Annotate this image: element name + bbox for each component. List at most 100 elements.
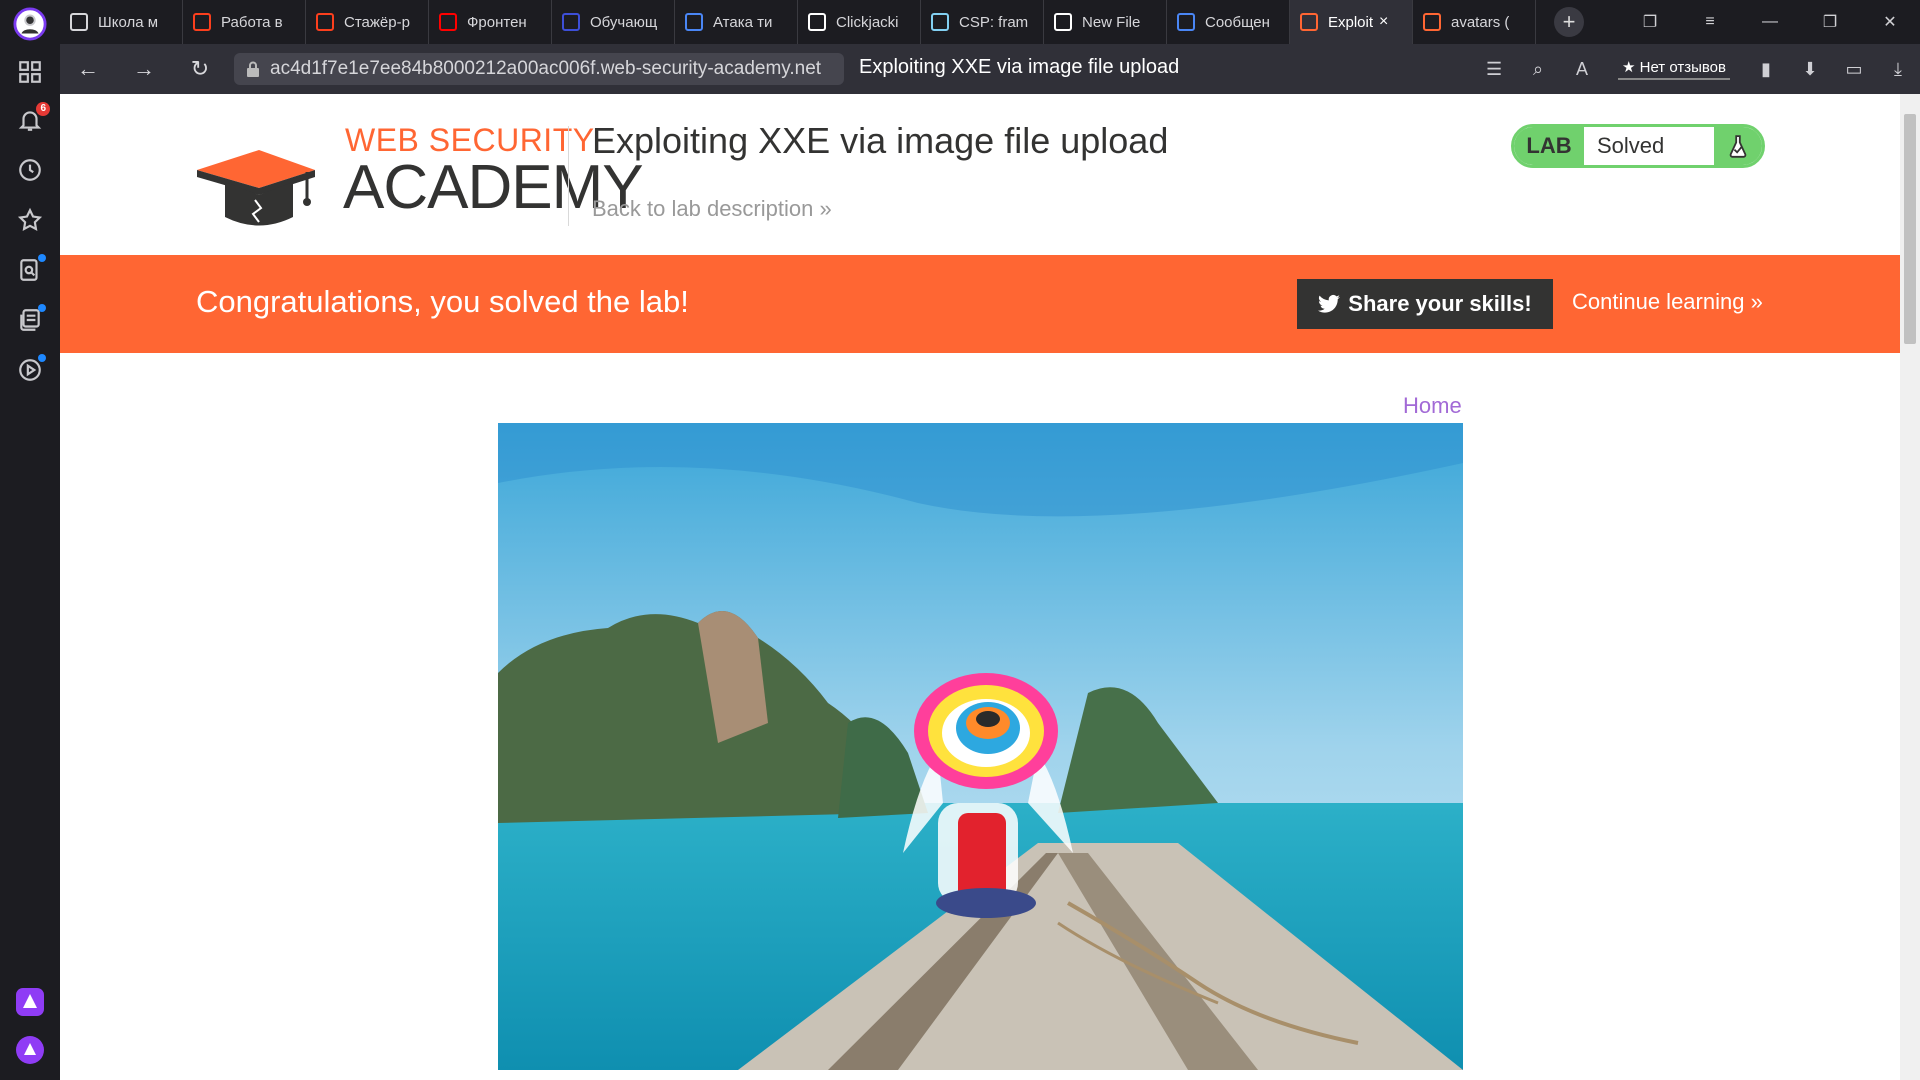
tab-manager-icon[interactable]: ❐: [1620, 12, 1680, 32]
tab-label: Сообщен: [1205, 13, 1270, 31]
address-page-title: Exploiting XXE via image file upload: [859, 56, 1180, 78]
browser-tab[interactable]: Exploit ×: [1290, 0, 1413, 44]
update-dot: [38, 354, 46, 362]
tab-label: Clickjacki: [836, 13, 899, 31]
forward-arrow-icon[interactable]: →: [116, 56, 172, 82]
minimize-icon[interactable]: —: [1740, 13, 1800, 31]
navigation-bar: ← → ↻ ac4d1f7e1e7ee84b8000212a00ac006f.w…: [60, 44, 1920, 94]
stepik-icon: [562, 13, 580, 31]
browser-tab[interactable]: Стажёр-р: [306, 0, 429, 44]
notification-count-badge: 6: [36, 102, 50, 116]
congratulations-text: Congratulations, you solved the lab!: [196, 284, 689, 319]
back-arrow-icon[interactable]: ←: [60, 56, 116, 82]
translate-icon[interactable]: A: [1560, 59, 1604, 80]
new-tab-plus-icon[interactable]: +: [1554, 7, 1584, 37]
academy-header: WEB SECURITY ACADEMY Exploiting XXE via …: [60, 94, 1900, 255]
news-cards-icon[interactable]: [12, 302, 48, 338]
apps-grid-icon[interactable]: [12, 54, 48, 90]
tab-label: Стажёр-р: [344, 13, 410, 31]
tab-strip: Школа м Работа в Стажёр-р Фронтен Обучающ Ата…: [60, 0, 1920, 44]
chat-icon: [1177, 13, 1195, 31]
back-to-lab-description-link[interactable]: Back to lab description »: [592, 196, 832, 222]
tab-label: Работа в: [221, 13, 283, 31]
downloads-icon[interactable]: ⤓: [1876, 59, 1920, 80]
reviews-button[interactable]: ★ Нет отзывов: [1618, 58, 1730, 80]
tab-label: Exploit: [1328, 13, 1374, 31]
share-skills-button[interactable]: Share your skills!: [1297, 279, 1553, 329]
browser-tab[interactable]: Школа м: [60, 0, 183, 44]
browser-tab[interactable]: Фронтен: [429, 0, 552, 44]
lab-status-text: Solved: [1597, 133, 1665, 158]
url-host: ac4d1f7e1e7ee84b8000212a00ac006f.web-sec…: [270, 58, 822, 79]
browser-sidebar: 6: [0, 0, 60, 1080]
flask-icon: [1714, 127, 1762, 165]
reader-mode-icon[interactable]: ☰: [1472, 59, 1516, 80]
menu-icon[interactable]: ≡: [1680, 13, 1740, 31]
window-controls: ❐ ≡ — ❐ ✕: [1620, 0, 1920, 44]
notifications-bell-icon[interactable]: 6: [12, 102, 50, 138]
twitter-icon: [1318, 294, 1341, 313]
lab-tag: LAB: [1514, 127, 1584, 165]
profile-avatar[interactable]: [12, 6, 48, 42]
page-viewport: WEB SECURITY ACADEMY Exploiting XXE via …: [60, 94, 1900, 1080]
tab-label: avatars (: [1451, 13, 1510, 31]
lab-status-widget: LAB Solved: [1511, 124, 1765, 168]
continue-learning-link[interactable]: Continue learning »: [1572, 289, 1763, 315]
docs-icon: [685, 13, 703, 31]
double-chevron-right-icon: »: [1750, 289, 1763, 314]
browser-tab[interactable]: Работа в: [183, 0, 306, 44]
yandex-icon: [193, 13, 211, 31]
chat-bubble-icon[interactable]: ▭: [1832, 59, 1876, 80]
lock-icon: [247, 61, 259, 77]
page-scrollbar[interactable]: [1900, 94, 1920, 1080]
share-button-label: Share your skills!: [1348, 291, 1532, 316]
solved-banner: Congratulations, you solved the lab! Sha…: [60, 255, 1900, 353]
home-link[interactable]: Home: [1403, 393, 1462, 419]
bookmark-icon[interactable]: ▮: [1744, 59, 1788, 80]
portswigger-icon: [1423, 13, 1441, 31]
tab-label: CSP: fram: [959, 13, 1029, 31]
update-dot: [38, 304, 46, 312]
portswigger-icon: [1300, 13, 1318, 31]
restore-icon[interactable]: ❐: [1800, 12, 1860, 32]
browser-tab[interactable]: New File: [1044, 0, 1167, 44]
toolbar-tools: ☰ ⌕ A ★ Нет отзывов ▮ ⬇ ▭ ⤓: [1472, 44, 1920, 94]
double-chevron-right-icon: »: [819, 196, 832, 221]
youtube-icon: [439, 13, 457, 31]
tab-label: Обучающ: [590, 13, 658, 31]
reload-icon[interactable]: ↻: [172, 56, 228, 82]
collections-search-icon[interactable]: [12, 252, 48, 288]
zoom-icon[interactable]: ⌕: [1516, 59, 1560, 80]
alice-messenger-icon[interactable]: [12, 984, 48, 1020]
close-tab-icon[interactable]: ×: [1379, 13, 1388, 31]
browser-tab[interactable]: CSP: fram: [921, 0, 1044, 44]
scrollbar-thumb[interactable]: [1904, 114, 1916, 344]
close-window-icon[interactable]: ✕: [1860, 12, 1920, 32]
browser-tab[interactable]: Сообщен: [1167, 0, 1290, 44]
video-play-icon[interactable]: [12, 352, 48, 388]
document-icon: [70, 13, 88, 31]
tab-label: Фронтен: [467, 13, 527, 31]
extension-icon[interactable]: ⬇: [1788, 59, 1832, 80]
mdn-icon: [931, 13, 949, 31]
header-divider: [568, 126, 569, 226]
yandex-icon: [316, 13, 334, 31]
history-clock-icon[interactable]: [12, 152, 48, 188]
lab-title: Exploiting XXE via image file upload: [592, 120, 1169, 161]
tab-label: Школа м: [98, 13, 159, 31]
update-dot: [38, 254, 46, 262]
continue-link-label: Continue learning: [1572, 289, 1745, 314]
github-icon: [1054, 13, 1072, 31]
browser-tab[interactable]: avatars (: [1413, 0, 1536, 44]
tab-label: Атака ти: [713, 13, 773, 31]
blog-hero-image: [498, 423, 1463, 1070]
alice-assistant-icon[interactable]: [12, 1032, 48, 1068]
back-link-label: Back to lab description: [592, 196, 814, 221]
browser-tab[interactable]: Clickjacki: [798, 0, 921, 44]
bookmarks-star-icon[interactable]: [12, 202, 48, 238]
tab-label: New File: [1082, 13, 1141, 31]
address-bar[interactable]: ac4d1f7e1e7ee84b8000212a00ac006f.web-sec…: [234, 53, 844, 85]
browser-tab[interactable]: Атака ти: [675, 0, 798, 44]
browser-tab[interactable]: Обучающ: [552, 0, 675, 44]
clickjacking-icon: [808, 13, 826, 31]
